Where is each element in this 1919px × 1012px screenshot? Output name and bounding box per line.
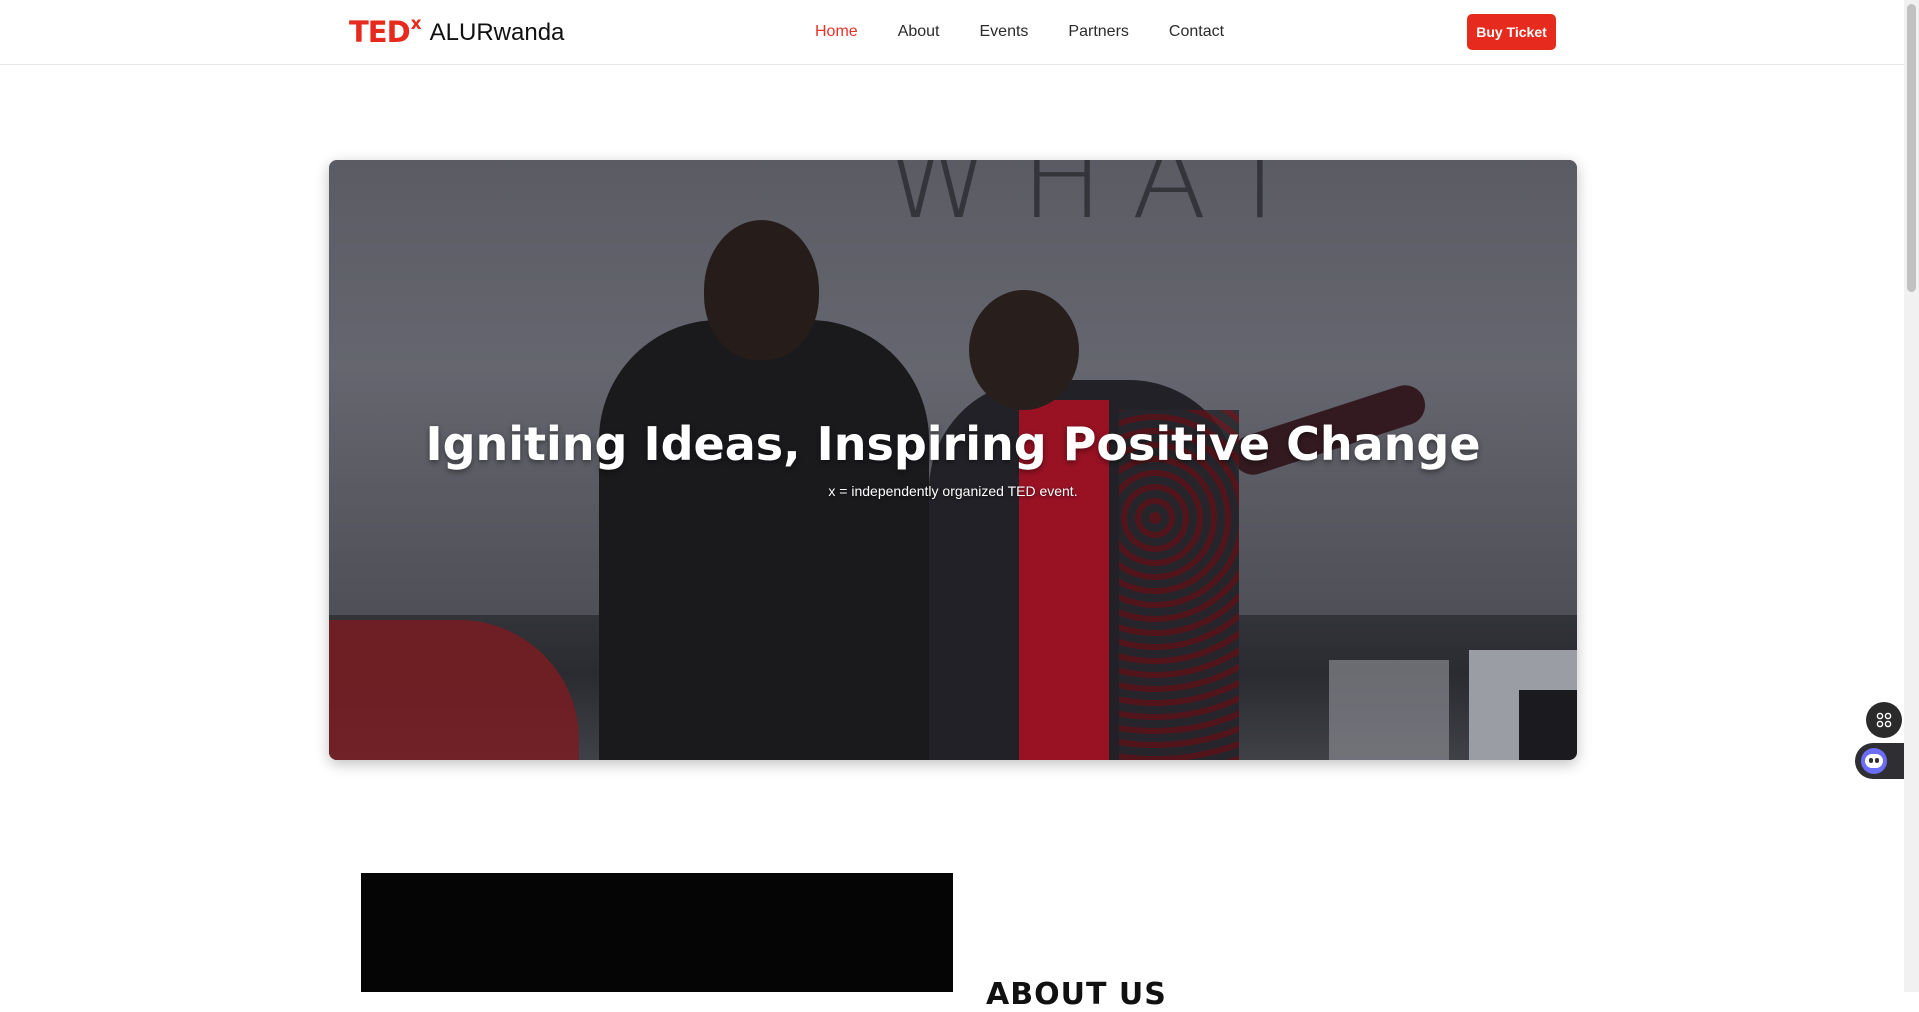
robot-icon [1861,748,1887,774]
nav-events[interactable]: Events [980,22,1029,42]
scrollbar-thumb[interactable] [1907,4,1916,292]
site-header: TED x ALURwanda Home About Events Partne… [0,0,1904,65]
main-nav: Home About Events Partners Contact [815,22,1264,42]
robot-eye-right [1875,758,1879,763]
hero-banner: WHAT Igniting Ideas, Inspiring Positive … [329,160,1577,760]
robot-eye-left [1869,758,1873,763]
nav-about[interactable]: About [898,22,940,42]
buy-ticket-button[interactable]: Buy Ticket [1467,14,1556,50]
nav-contact[interactable]: Contact [1169,22,1224,42]
hero-subtitle: x = independently organized TED event. [828,483,1078,499]
logo-ted: TED [349,15,411,49]
nav-home[interactable]: Home [815,22,858,42]
robot-face-inner [1865,754,1883,768]
logo-name: ALURwanda [429,19,565,46]
assistant-button[interactable] [1855,743,1904,779]
grid-icon-svg [1876,712,1892,728]
hero-title: Igniting Ideas, Inspiring Positive Chang… [425,417,1481,471]
grid-icon[interactable] [1866,702,1902,738]
site-logo[interactable]: TED x ALURwanda [349,14,565,50]
logo-x: x [410,14,422,34]
about-image [361,873,953,992]
about-heading: ABOUT US [986,977,1167,1012]
nav-partners[interactable]: Partners [1068,22,1128,42]
